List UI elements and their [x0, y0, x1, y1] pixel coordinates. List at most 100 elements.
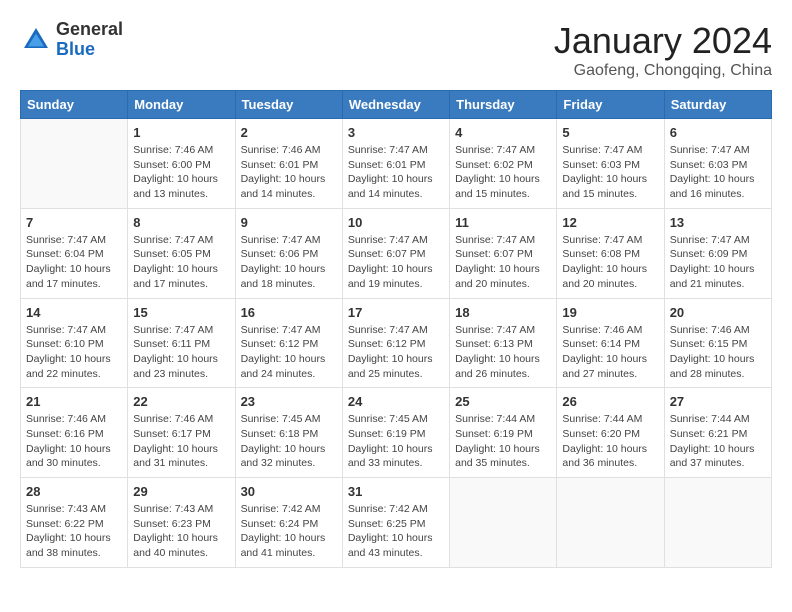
sunset-text: Sunset: 6:03 PM	[670, 158, 766, 173]
sunrise-text: Sunrise: 7:47 AM	[348, 233, 444, 248]
calendar-cell: 10Sunrise: 7:47 AMSunset: 6:07 PMDayligh…	[342, 208, 449, 298]
sunset-text: Sunset: 6:21 PM	[670, 427, 766, 442]
day-number: 3	[348, 125, 444, 140]
sunset-text: Sunset: 6:18 PM	[241, 427, 337, 442]
sunrise-text: Sunrise: 7:47 AM	[455, 323, 551, 338]
logo: General Blue	[20, 20, 123, 60]
day-number: 13	[670, 215, 766, 230]
calendar-cell: 26Sunrise: 7:44 AMSunset: 6:20 PMDayligh…	[557, 388, 664, 478]
calendar-cell: 13Sunrise: 7:47 AMSunset: 6:09 PMDayligh…	[664, 208, 771, 298]
day-number: 21	[26, 394, 122, 409]
logo-blue-text: Blue	[56, 40, 123, 60]
day-detail: Sunrise: 7:47 AMSunset: 6:07 PMDaylight:…	[455, 233, 551, 292]
calendar-cell: 7Sunrise: 7:47 AMSunset: 6:04 PMDaylight…	[21, 208, 128, 298]
day-number: 16	[241, 305, 337, 320]
sunset-text: Sunset: 6:01 PM	[241, 158, 337, 173]
day-detail: Sunrise: 7:43 AMSunset: 6:22 PMDaylight:…	[26, 502, 122, 561]
day-number: 27	[670, 394, 766, 409]
day-detail: Sunrise: 7:47 AMSunset: 6:03 PMDaylight:…	[670, 143, 766, 202]
sunrise-text: Sunrise: 7:47 AM	[562, 143, 658, 158]
day-detail: Sunrise: 7:45 AMSunset: 6:18 PMDaylight:…	[241, 412, 337, 471]
sunset-text: Sunset: 6:06 PM	[241, 247, 337, 262]
sunset-text: Sunset: 6:07 PM	[348, 247, 444, 262]
sunrise-text: Sunrise: 7:46 AM	[133, 412, 229, 427]
day-detail: Sunrise: 7:47 AMSunset: 6:03 PMDaylight:…	[562, 143, 658, 202]
daylight-text: Daylight: 10 hours and 38 minutes.	[26, 531, 122, 560]
daylight-text: Daylight: 10 hours and 20 minutes.	[562, 262, 658, 291]
day-number: 11	[455, 215, 551, 230]
daylight-text: Daylight: 10 hours and 20 minutes.	[455, 262, 551, 291]
sunrise-text: Sunrise: 7:46 AM	[562, 323, 658, 338]
sunset-text: Sunset: 6:07 PM	[455, 247, 551, 262]
calendar-cell	[450, 478, 557, 568]
day-detail: Sunrise: 7:47 AMSunset: 6:11 PMDaylight:…	[133, 323, 229, 382]
day-detail: Sunrise: 7:44 AMSunset: 6:20 PMDaylight:…	[562, 412, 658, 471]
sunset-text: Sunset: 6:22 PM	[26, 517, 122, 532]
sunset-text: Sunset: 6:08 PM	[562, 247, 658, 262]
sunrise-text: Sunrise: 7:47 AM	[455, 233, 551, 248]
calendar-cell: 28 Sunrise: 7:43 AMSunset: 6:22 PMDayligh…	[21, 478, 128, 568]
day-number: 18	[455, 305, 551, 320]
calendar-cell: 24Sunrise: 7:45 AMSunset: 6:19 PMDayligh…	[342, 388, 449, 478]
daylight-text: Daylight: 10 hours and 35 minutes.	[455, 442, 551, 471]
logo-general-text: General	[56, 20, 123, 40]
day-number: 8	[133, 215, 229, 230]
daylight-text: Daylight: 10 hours and 23 minutes.	[133, 352, 229, 381]
daylight-text: Daylight: 10 hours and 16 minutes.	[670, 172, 766, 201]
day-detail: Sunrise: 7:44 AMSunset: 6:19 PMDaylight:…	[455, 412, 551, 471]
calendar-cell: 31Sunrise: 7:42 AMSunset: 6:25 PMDayligh…	[342, 478, 449, 568]
calendar-week-row: 7Sunrise: 7:47 AMSunset: 6:04 PMDaylight…	[21, 208, 772, 298]
day-detail: Sunrise: 7:47 AMSunset: 6:05 PMDaylight:…	[133, 233, 229, 292]
daylight-text: Daylight: 10 hours and 25 minutes.	[348, 352, 444, 381]
calendar-cell: 15 Sunrise: 7:47 AMSunset: 6:11 PMDayligh…	[128, 298, 235, 388]
calendar-cell: 14Sunrise: 7:47 AMSunset: 6:10 PMDayligh…	[21, 298, 128, 388]
day-number: 7	[26, 215, 122, 230]
day-number: 25	[455, 394, 551, 409]
sunset-text: Sunset: 6:19 PM	[348, 427, 444, 442]
day-number: 15	[133, 305, 229, 320]
sunrise-text: Sunrise: 7:44 AM	[455, 412, 551, 427]
sunrise-text: Sunrise: 7:46 AM	[670, 323, 766, 338]
day-number: 30	[241, 484, 337, 499]
daylight-text: Daylight: 10 hours and 27 minutes.	[562, 352, 658, 381]
calendar-cell: 23 Sunrise: 7:45 AMSunset: 6:18 PMDayligh…	[235, 388, 342, 478]
location-title: Gaofeng, Chongqing, China	[554, 62, 772, 80]
day-number: 22	[133, 394, 229, 409]
title-area: January 2024 Gaofeng, Chongqing, China	[554, 20, 772, 80]
daylight-text: Daylight: 10 hours and 40 minutes.	[133, 531, 229, 560]
day-detail: Sunrise: 7:46 AMSunset: 6:16 PMDaylight:…	[26, 412, 122, 471]
day-number: 28	[26, 484, 122, 499]
day-number: 31	[348, 484, 444, 499]
calendar-table: SundayMondayTuesdayWednesdayThursdayFrid…	[20, 90, 772, 568]
calendar-cell: 4Sunrise: 7:47 AMSunset: 6:02 PMDaylight…	[450, 119, 557, 209]
calendar-cell: 29Sunrise: 7:43 AMSunset: 6:23 PMDayligh…	[128, 478, 235, 568]
sunrise-text: Sunrise: 7:47 AM	[241, 323, 337, 338]
sunrise-text: Sunrise: 7:45 AM	[241, 412, 337, 427]
sunrise-text: Sunrise: 7:47 AM	[133, 233, 229, 248]
day-detail: Sunrise: 7:47 AMSunset: 6:01 PMDaylight:…	[348, 143, 444, 202]
day-detail: Sunrise: 7:45 AMSunset: 6:19 PMDaylight:…	[348, 412, 444, 471]
calendar-cell: 6Sunrise: 7:47 AMSunset: 6:03 PMDaylight…	[664, 119, 771, 209]
sunset-text: Sunset: 6:05 PM	[133, 247, 229, 262]
daylight-text: Daylight: 10 hours and 31 minutes.	[133, 442, 229, 471]
sunset-text: Sunset: 6:20 PM	[562, 427, 658, 442]
calendar-cell: 30Sunrise: 7:42 AMSunset: 6:24 PMDayligh…	[235, 478, 342, 568]
day-detail: Sunrise: 7:47 AMSunset: 6:13 PMDaylight:…	[455, 323, 551, 382]
sunrise-text: Sunrise: 7:46 AM	[26, 412, 122, 427]
daylight-text: Daylight: 10 hours and 33 minutes.	[348, 442, 444, 471]
calendar-cell: 16Sunrise: 7:47 AMSunset: 6:12 PMDayligh…	[235, 298, 342, 388]
sunrise-text: Sunrise: 7:47 AM	[670, 233, 766, 248]
day-detail: Sunrise: 7:44 AMSunset: 6:21 PMDaylight:…	[670, 412, 766, 471]
day-detail: Sunrise: 7:47 AMSunset: 6:10 PMDaylight:…	[26, 323, 122, 382]
sunrise-text: Sunrise: 7:47 AM	[348, 143, 444, 158]
calendar-week-row: 14Sunrise: 7:47 AMSunset: 6:10 PMDayligh…	[21, 298, 772, 388]
daylight-text: Daylight: 10 hours and 19 minutes.	[348, 262, 444, 291]
day-number: 2	[241, 125, 337, 140]
sunset-text: Sunset: 6:09 PM	[670, 247, 766, 262]
day-detail: Sunrise: 7:47 AMSunset: 6:02 PMDaylight:…	[455, 143, 551, 202]
sunset-text: Sunset: 6:11 PM	[133, 337, 229, 352]
day-detail: Sunrise: 7:46 AMSunset: 6:00 PMDaylight:…	[133, 143, 229, 202]
day-number: 23	[241, 394, 337, 409]
daylight-text: Daylight: 10 hours and 14 minutes.	[348, 172, 444, 201]
day-detail: Sunrise: 7:47 AMSunset: 6:06 PMDaylight:…	[241, 233, 337, 292]
